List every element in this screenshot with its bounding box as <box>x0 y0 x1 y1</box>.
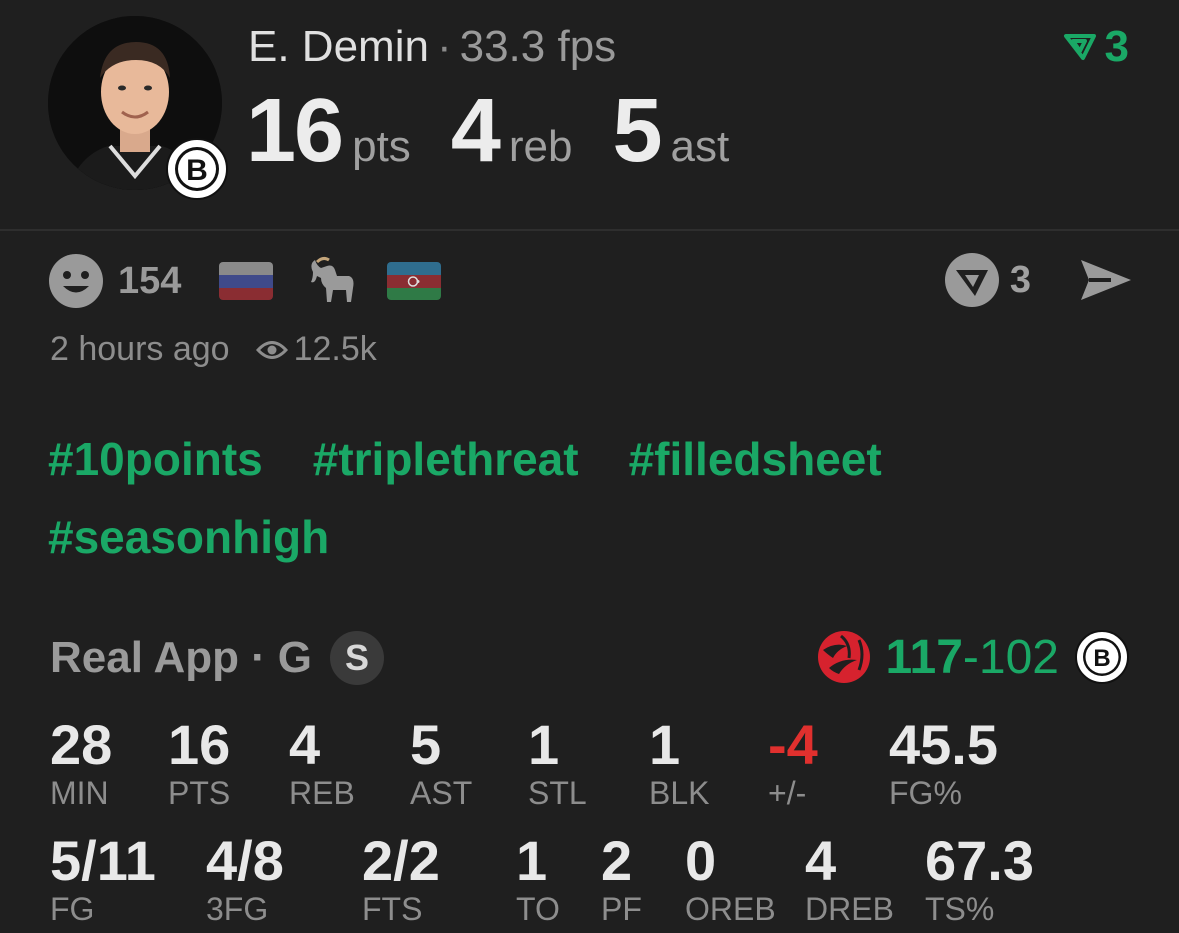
vote-indicator[interactable]: 3 <box>1063 22 1129 72</box>
reaction-count: 154 <box>118 259 182 302</box>
hashtag-list: #10points #triplethreat #filledsheet #se… <box>48 430 1148 566</box>
box-stat-ast: 5 AST <box>410 716 472 812</box>
box-stat-fg-pct: 45.5 FG% <box>889 716 998 812</box>
score-toronto: 117 <box>885 630 963 684</box>
stat-value: 45.5 <box>889 713 998 776</box>
box-stat-fts: 2/2 FTS <box>362 832 440 928</box>
nets-logo-icon: B <box>166 138 228 200</box>
stat-value: 5 <box>410 713 442 776</box>
goat-icon[interactable] <box>303 254 357 308</box>
stat-unit: ast <box>670 122 730 171</box>
box-stat-to: 1 TO <box>516 832 560 928</box>
stat-label: +/- <box>768 775 807 811</box>
svg-text:B: B <box>1093 645 1110 672</box>
stat-value: 4 <box>289 713 321 776</box>
stat-value: -4 <box>768 713 818 776</box>
stat-label: FG <box>50 891 95 927</box>
post-card: B E. Demin · 33.3 fps 16 pts 4 reb 5 ast 3 15… <box>0 0 1179 933</box>
stat-label: 3FG <box>206 891 269 927</box>
box-stat-blk: 1 BLK <box>649 716 709 812</box>
box-stat-min: 28 MIN <box>50 716 112 812</box>
stat-value: 16 <box>246 81 344 181</box>
stat-value: 5/11 <box>50 829 156 892</box>
stat-value: 2/2 <box>362 829 440 892</box>
box-stat-3fg: 4/8 3FG <box>206 832 284 928</box>
player-name[interactable]: E. Demin <box>248 22 429 71</box>
box-stat-pf: 2 PF <box>601 832 642 928</box>
stat-unit: pts <box>352 122 411 171</box>
box-stat-oreb: 0 OREB <box>685 832 776 928</box>
stat-value: 5 <box>612 81 662 181</box>
smiley-icon[interactable] <box>48 253 104 309</box>
stat-label: PF <box>601 891 642 927</box>
hashtag[interactable]: #triplethreat <box>313 430 579 488</box>
stat-unit: reb <box>508 122 573 171</box>
score-separator: - <box>962 630 979 684</box>
stat-label: FTS <box>362 891 423 927</box>
views-eye-icon <box>255 340 288 359</box>
real-logo-icon <box>1063 34 1096 60</box>
game-info: Real App · G S <box>50 628 384 688</box>
divider <box>0 229 1179 231</box>
svg-text:B: B <box>186 154 208 187</box>
post-meta: 2 hours ago 12.5k <box>50 330 377 369</box>
separator-dot: · <box>251 633 266 682</box>
stat-label: REB <box>289 775 355 811</box>
box-stat-stl: 1 STL <box>528 716 587 812</box>
stat-label: MIN <box>50 775 109 811</box>
box-stat-dreb: 4 DREB <box>805 832 894 928</box>
box-stat-fg: 5/11 FG <box>50 832 156 928</box>
box-stat-reb: 4 REB <box>289 716 355 812</box>
stat-label: TO <box>516 891 560 927</box>
stat-value: 67.3 <box>925 829 1034 892</box>
russia-flag-icon[interactable] <box>219 262 274 300</box>
box-stat-plus-minus: -4 +/- <box>768 716 818 812</box>
stat-value: 4 <box>805 829 837 892</box>
timestamp: 2 hours ago <box>50 330 230 368</box>
stat-label: DREB <box>805 891 894 927</box>
fantasy-points: 33.3 fps <box>459 22 617 71</box>
stat-label: BLK <box>649 775 710 811</box>
stat-value: 16 <box>168 713 231 776</box>
hashtag[interactable]: #seasonhigh <box>48 508 329 566</box>
stat-label: OREB <box>685 891 776 927</box>
real-vote-icon[interactable] <box>944 252 1000 308</box>
box-stat-ts-pct: 67.3 TS% <box>925 832 1034 928</box>
view-count: 12.5k <box>293 330 377 368</box>
raptors-logo-icon <box>818 631 871 683</box>
player-header: E. Demin · 33.3 fps <box>248 22 616 72</box>
separator-dot: · <box>436 22 452 71</box>
reaction-row: 154 <box>48 252 471 310</box>
azerbaijan-flag-icon[interactable] <box>387 262 442 300</box>
stat-value: 0 <box>685 829 717 892</box>
stat-value: 1 <box>516 829 548 892</box>
post-actions: 3 <box>944 250 1133 310</box>
stat-label: FG% <box>889 775 962 811</box>
stat-label: AST <box>410 775 473 811</box>
position-label: G <box>277 633 312 682</box>
stat-value: 2 <box>601 829 633 892</box>
stat-label: STL <box>528 775 587 811</box>
stat-value: 28 <box>50 713 113 776</box>
stat-value: 4 <box>450 81 501 181</box>
game-score[interactable]: 117-102 B <box>815 626 1129 688</box>
headline-stats: 16 pts 4 reb 5 ast <box>246 80 769 183</box>
stat-label: TS% <box>925 891 995 927</box>
starter-badge: S <box>329 631 384 685</box>
stat-label: PTS <box>168 775 231 811</box>
hashtag[interactable]: #10points <box>48 430 263 488</box>
score-brooklyn: 102 <box>978 630 1059 684</box>
nets-logo-icon: B <box>1075 630 1129 684</box>
stat-value: 1 <box>649 713 681 776</box>
box-stat-pts: 16 PTS <box>168 716 230 812</box>
vote-count: 3 <box>1104 22 1129 71</box>
hashtag[interactable]: #filledsheet <box>629 430 882 488</box>
stat-value: 1 <box>528 713 560 776</box>
vote-count: 3 <box>1009 258 1031 301</box>
stat-value: 4/8 <box>206 829 284 892</box>
share-icon[interactable] <box>1077 256 1133 304</box>
source-label: Real App <box>50 633 240 682</box>
